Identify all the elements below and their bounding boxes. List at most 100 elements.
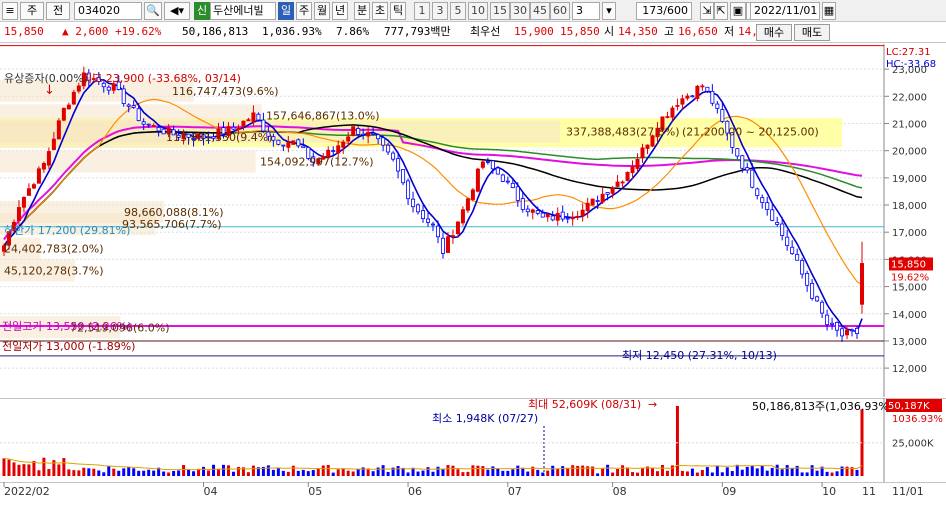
candle-body [141,121,146,125]
period-week-tab[interactable]: 주 [296,2,312,20]
candle-body [615,181,620,187]
price-chart-svg: 유상증자(0.00%)최고 23,900 (-33.68%, 03/14)↓최저… [0,44,946,397]
expand-icon[interactable]: ⇱ [714,2,728,20]
candle-body [610,187,615,194]
price-axis-tick-label: 15,000 [892,283,927,294]
volume-bar [690,468,694,476]
candle-body [495,167,500,175]
candle-body [236,127,241,130]
candle-body [585,202,590,211]
candle-body [820,301,825,314]
minute-60-button[interactable]: 60 [550,2,570,20]
range-input[interactable]: 173/600 [636,2,692,20]
candle-body [520,198,525,210]
date-input[interactable]: 2022/11/01 [750,2,820,20]
candle-body [785,236,790,247]
volume-axis-tick-label: 25,000K [892,439,934,450]
price-chart-panel[interactable]: 유상증자(0.00%) 최고 23,900 (-33.68%, 03/14) ↓ 최저… [0,44,946,397]
date-axis-tick-label: 08 [613,485,627,498]
period-tick-tab[interactable]: 틱 [390,2,406,20]
period-second-tab[interactable]: 초 [372,2,388,20]
speaker-icon[interactable]: ◀▾ [164,2,190,20]
volume-bar [451,465,455,476]
item-type-select[interactable]: 주 [20,2,44,20]
candle-body [565,217,570,220]
minute-45-button[interactable]: 45 [530,2,550,20]
volume-profile-label: 72,519,096(6.0%) [70,321,170,334]
candle-body [450,235,455,237]
candle-body [151,125,156,127]
candle-body [530,209,535,213]
candle-body [825,314,830,326]
candle-body [296,139,301,147]
volume-bar [616,469,620,476]
volume-bar [37,470,41,476]
candle-body [740,155,745,169]
candle-body [815,296,820,302]
volume-bar [636,472,640,476]
candle-body [635,158,640,169]
volume-chart-panel[interactable]: 최대 52,609K (08/31) → 최소 1,948K (07/27) 50,1… [0,397,946,482]
volume-bar [27,464,31,476]
search-icon[interactable]: 🔍 [144,2,162,20]
minute-15-button[interactable]: 15 [490,2,510,20]
volume-profile-label: 157,646,867(13.0%) [266,109,380,122]
lc-label: LC:27.31 [886,47,931,58]
volume-bar [406,472,410,476]
tick-count-input[interactable]: 3 [572,2,600,20]
candle-body [396,158,401,172]
menu-icon[interactable]: ≡ [2,2,18,20]
shrink-icon[interactable]: ⇲ [700,2,714,20]
minute-3-button[interactable]: 3 [432,2,448,20]
date-axis-current-label: 11/01 [892,485,924,498]
market-select[interactable]: 전 [46,2,70,20]
period-minute-tab[interactable]: 분 [354,2,370,20]
volume-bar [147,469,151,476]
candle-body [480,161,485,168]
volume-bar [760,465,764,476]
candle-body [421,210,426,220]
volume-bar [251,465,255,476]
volume-bar [720,472,724,476]
volume-bar [561,466,565,476]
volume-bar [32,460,36,476]
candle-body [540,212,545,218]
candle-body [510,182,515,189]
candle-body [570,216,575,220]
period-day-tab[interactable]: 일 [278,2,294,20]
date-axis-tick-label: 10 [822,485,836,498]
candle-body [645,144,650,149]
candle-body [810,283,815,299]
candle-body [36,168,41,184]
save-icon[interactable]: ▣ [730,2,746,20]
minute-30-button[interactable]: 30 [510,2,530,20]
volume-max-label: 최대 52,609K (08/31) [528,398,641,411]
volume-bar [740,469,744,476]
tick-count-dropdown-icon[interactable]: ▾ [602,2,616,20]
volume-bar [631,472,635,476]
buy-button[interactable]: 매수 [756,24,792,41]
volume-bar [491,466,495,476]
volume-bar [476,465,480,476]
minute-10-button[interactable]: 10 [468,2,488,20]
period-month-tab[interactable]: 월 [314,2,330,20]
volume-bar [231,471,235,476]
stock-code-input[interactable]: 034020 [74,2,142,20]
volume-bar [212,464,216,476]
candle-body [276,139,281,145]
sell-button[interactable]: 매도 [794,24,830,41]
minute-1-button[interactable]: 1 [414,2,430,20]
calendar-icon[interactable]: ▦ [822,2,836,20]
minute-5-button[interactable]: 5 [450,2,466,20]
volume-bar [536,469,540,476]
volume-bar [117,470,121,476]
volume-bar [710,472,714,476]
volume-bar [57,464,61,476]
period-year-tab[interactable]: 년 [332,2,348,20]
volume-profile-label: 337,388,483(27.8%) [566,126,680,139]
candle-body [435,225,440,238]
volume-bar [765,470,769,476]
turnover-rate: 7.86% [336,25,370,38]
volume-bar [72,470,76,476]
candle-body [600,193,605,203]
